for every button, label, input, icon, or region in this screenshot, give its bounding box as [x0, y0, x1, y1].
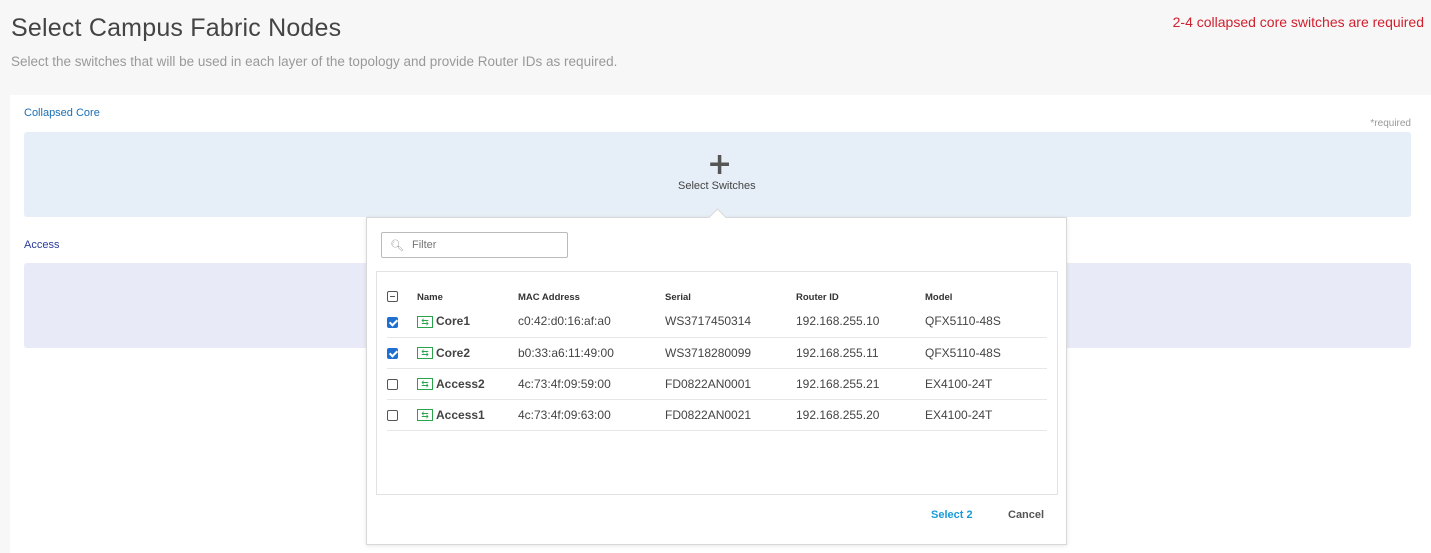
row-checkbox[interactable]	[387, 409, 398, 421]
router-id: 192.168.255.21	[796, 368, 925, 400]
mac-address: b0:33:a6:11:49:00	[518, 337, 665, 369]
table-row[interactable]: ⇆ Core1 c0:42:d0:16:af:a0 WS3717450314 19…	[387, 306, 1047, 338]
switch-name: Core2	[436, 345, 471, 360]
switch-select-popup: 🔍︎ Name MAC Address Serial Router ID Mod…	[366, 217, 1067, 545]
switch-name: Access2	[436, 376, 485, 391]
select-button[interactable]: Select 2	[931, 509, 973, 521]
model: QFX5110-48S	[925, 337, 1047, 369]
select-switches-button[interactable]: Select Switches	[678, 180, 756, 192]
plus-icon[interactable]: +	[707, 150, 732, 180]
model: EX4100-24T	[925, 368, 1047, 400]
mac-address: 4c:73:4f:09:59:00	[518, 368, 665, 400]
serial: WS3718280099	[665, 337, 796, 369]
select-all-checkbox[interactable]	[387, 291, 398, 303]
router-id: 192.168.255.10	[796, 306, 925, 338]
filter-field[interactable]: 🔍︎	[381, 232, 568, 258]
switch-icon: ⇆	[417, 316, 433, 329]
filter-input[interactable]	[411, 239, 562, 251]
serial: FD0822AN0021	[665, 399, 796, 431]
row-checkbox[interactable]	[387, 316, 398, 328]
switch-table-panel: Name MAC Address Serial Router ID Model …	[376, 271, 1058, 495]
switch-table: Name MAC Address Serial Router ID Model …	[387, 284, 1047, 431]
col-model[interactable]: Model	[925, 284, 1047, 306]
col-router-id[interactable]: Router ID	[796, 284, 925, 306]
col-mac[interactable]: MAC Address	[518, 284, 665, 306]
col-name[interactable]: Name	[417, 284, 518, 306]
search-icon: 🔍︎	[390, 238, 404, 252]
col-serial[interactable]: Serial	[665, 284, 796, 306]
model: QFX5110-48S	[925, 306, 1047, 338]
table-row[interactable]: ⇆ Access1 4c:73:4f:09:63:00 FD0822AN0021 …	[387, 399, 1047, 431]
row-checkbox[interactable]	[387, 378, 398, 390]
cancel-button[interactable]: Cancel	[1008, 509, 1044, 521]
switch-name: Access1	[436, 407, 485, 422]
switch-icon: ⇆	[417, 347, 433, 360]
switch-icon: ⇆	[417, 378, 433, 391]
switch-icon: ⇆	[417, 409, 433, 422]
mac-address: 4c:73:4f:09:63:00	[518, 399, 665, 431]
required-note: *required	[1370, 118, 1411, 129]
switch-name: Core1	[436, 314, 471, 329]
table-row[interactable]: ⇆ Core2 b0:33:a6:11:49:00 WS3718280099 19…	[387, 337, 1047, 369]
access-label: Access	[24, 239, 60, 251]
table-row[interactable]: ⇆ Access2 4c:73:4f:09:59:00 FD0822AN0001 …	[387, 368, 1047, 400]
mac-address: c0:42:d0:16:af:a0	[518, 306, 665, 338]
model: EX4100-24T	[925, 399, 1047, 431]
table-header: Name MAC Address Serial Router ID Model	[387, 284, 1047, 306]
serial: FD0822AN0001	[665, 368, 796, 400]
page-title: Select Campus Fabric Nodes	[11, 14, 342, 42]
collapsed-core-label: Collapsed Core	[24, 107, 100, 119]
row-checkbox[interactable]	[387, 347, 398, 359]
error-message: 2-4 collapsed core switches are required	[1172, 14, 1424, 30]
router-id: 192.168.255.20	[796, 399, 925, 431]
router-id: 192.168.255.11	[796, 337, 925, 369]
serial: WS3717450314	[665, 306, 796, 338]
page-subtitle: Select the switches that will be used in…	[11, 54, 618, 69]
